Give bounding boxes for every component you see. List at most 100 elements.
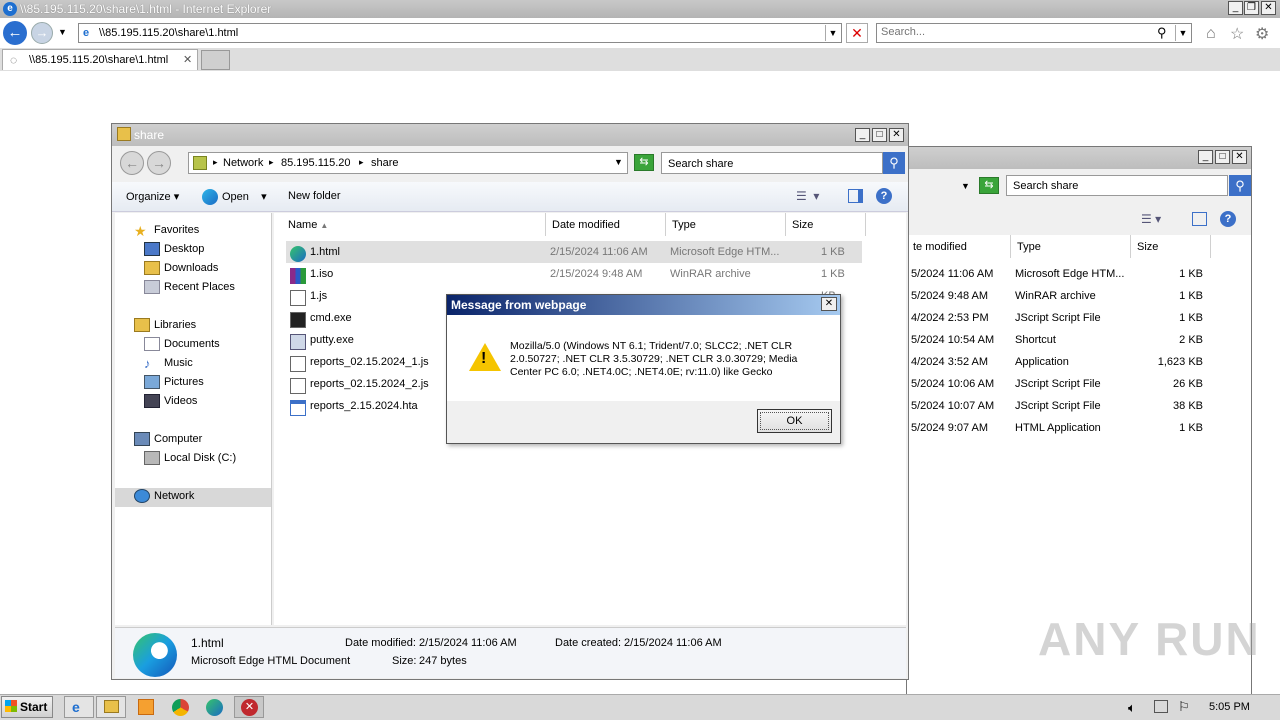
search-icon[interactable]: ⚲: [1157, 25, 1167, 41]
start-button[interactable]: Start: [1, 696, 53, 718]
bg-col-type[interactable]: Type: [1011, 235, 1131, 258]
volume-icon[interactable]: 🔈︎: [1128, 700, 1136, 716]
refresh-icon[interactable]: ⇆: [634, 154, 654, 171]
col-date[interactable]: Date modified: [546, 213, 666, 236]
nav-favorites[interactable]: ★ Favorites: [134, 223, 199, 239]
gear-icon[interactable]: ⚙: [1255, 24, 1269, 44]
nav-documents[interactable]: Documents: [144, 337, 220, 351]
col-size[interactable]: Size: [786, 213, 866, 236]
bg-file-row[interactable]: 5/2024 9:48 AM WinRAR archive 1 KB: [911, 285, 1241, 307]
folder-share-icon: [117, 127, 131, 141]
bg-address-dropdown-icon[interactable]: ▼: [961, 181, 970, 191]
nav-downloads[interactable]: Downloads: [144, 261, 218, 275]
tab-current[interactable]: ◌ \\85.195.115.20\share\1.html ✕: [2, 49, 198, 70]
col-type[interactable]: Type: [666, 213, 786, 236]
explorer-maximize-button[interactable]: □: [872, 128, 887, 142]
address-history-dropdown-icon[interactable]: ▼: [614, 157, 623, 167]
bg-file-row[interactable]: 5/2024 10:06 AM JScript Script File 26 KB: [911, 373, 1241, 395]
bg-col-date[interactable]: te modified: [907, 235, 1011, 258]
network-tray-icon[interactable]: [1154, 700, 1168, 713]
bg-search-box[interactable]: Search share: [1006, 175, 1228, 196]
edge-taskbar-icon[interactable]: [206, 699, 223, 716]
history-dropdown-icon[interactable]: ▼: [58, 27, 67, 37]
nav-recent-places[interactable]: Recent Places: [144, 280, 235, 294]
media-player-icon[interactable]: [138, 699, 154, 715]
tab-close-icon[interactable]: ✕: [183, 53, 192, 66]
bg-refresh-icon[interactable]: ⇆: [979, 177, 999, 194]
view-options-icon[interactable]: ☰ ▾: [796, 189, 819, 203]
bg-file-type: HTML Application: [1015, 422, 1101, 434]
stop-button[interactable]: ✕: [846, 23, 868, 43]
nav-videos[interactable]: Videos: [144, 394, 197, 408]
start-label: Start: [20, 700, 48, 714]
explorer-address-bar[interactable]: ▸ Network ▸ 85.195.115.20 ▸ share ▼: [188, 152, 628, 174]
bg-close-button[interactable]: ✕: [1232, 150, 1247, 164]
nav-libraries[interactable]: Libraries: [134, 318, 196, 332]
explorer-forward-button[interactable]: →: [147, 151, 171, 175]
taskbar-explorer-button[interactable]: [96, 696, 126, 718]
restore-button[interactable]: ❐: [1244, 1, 1259, 15]
bg-preview-pane-icon[interactable]: [1192, 212, 1207, 226]
explorer-search-box[interactable]: Search share: [661, 152, 883, 174]
search-box[interactable]: ⚲ ▼: [876, 23, 1192, 43]
bg-col-size[interactable]: Size: [1131, 235, 1211, 258]
ok-button[interactable]: OK: [757, 409, 832, 433]
open-button[interactable]: Open ▾: [222, 190, 267, 203]
nav-music[interactable]: ♪ Music: [144, 356, 193, 371]
nav-computer[interactable]: Computer: [134, 432, 202, 446]
dialog-close-button[interactable]: ✕: [821, 297, 837, 311]
explorer-minimize-button[interactable]: _: [855, 128, 870, 142]
home-icon[interactable]: ⌂: [1206, 25, 1216, 43]
error-icon: ✕: [241, 699, 258, 716]
bg-file-row[interactable]: 5/2024 10:54 AM Shortcut 2 KB: [911, 329, 1241, 351]
new-folder-button[interactable]: New folder: [288, 190, 341, 202]
address-dropdown-icon[interactable]: ▼: [825, 25, 840, 41]
explorer-back-button[interactable]: ←: [120, 151, 144, 175]
bg-search-icon[interactable]: ⚲: [1229, 175, 1251, 196]
forward-button[interactable]: →: [31, 22, 53, 44]
nav-network[interactable]: Network: [134, 489, 194, 503]
breadcrumb-share[interactable]: share: [371, 157, 399, 169]
new-tab-button[interactable]: [201, 50, 230, 70]
favorites-star-icon[interactable]: ☆: [1230, 24, 1244, 44]
nav-desktop[interactable]: Desktop: [144, 242, 204, 256]
col-name[interactable]: Name ▲: [274, 213, 546, 236]
nav-pictures[interactable]: Pictures: [144, 375, 204, 389]
clock[interactable]: 5:05 PM: [1209, 701, 1250, 713]
bg-file-row[interactable]: 4/2024 3:52 AM Application 1,623 KB: [911, 351, 1241, 373]
bg-file-row[interactable]: 4/2024 2:53 PM JScript Script File 1 KB: [911, 307, 1241, 329]
explorer-close-button[interactable]: ✕: [889, 128, 904, 142]
chrome-icon[interactable]: [172, 699, 189, 716]
bg-file-row[interactable]: 5/2024 11:06 AM Microsoft Edge HTM... 1 KB: [911, 263, 1241, 285]
bg-maximize-button[interactable]: □: [1215, 150, 1230, 164]
bg-view-options-icon[interactable]: ☰ ▾: [1141, 212, 1161, 226]
taskbar-error-app-button[interactable]: ✕: [234, 696, 264, 718]
file-row[interactable]: 1.html 2/15/2024 11:06 AM Microsoft Edge H…: [286, 241, 862, 263]
organize-button[interactable]: Organize ▾: [126, 190, 179, 203]
search-dropdown-icon[interactable]: ▼: [1175, 25, 1190, 41]
breadcrumb-host[interactable]: 85.195.115.20: [281, 157, 351, 169]
address-bar[interactable]: e \\85.195.115.20\share\1.html ▼: [78, 23, 842, 43]
breadcrumb-network[interactable]: Network: [223, 157, 263, 169]
breadcrumb-separator-icon[interactable]: ▸: [359, 157, 364, 168]
file-row[interactable]: 1.iso 2/15/2024 9:48 AM WinRAR archive 1 KB: [286, 263, 862, 285]
minimize-button[interactable]: _: [1228, 1, 1243, 15]
breadcrumb-separator-icon[interactable]: ▸: [213, 157, 218, 168]
bg-minimize-button[interactable]: _: [1198, 150, 1213, 164]
nav-local-disk[interactable]: Local Disk (C:): [144, 451, 236, 465]
bg-file-date: 5/2024 10:07 AM: [911, 400, 995, 412]
explorer-search-icon[interactable]: ⚲: [883, 152, 905, 174]
taskbar-ie-button[interactable]: e: [64, 696, 94, 718]
breadcrumb-separator-icon[interactable]: ▸: [269, 157, 274, 168]
details-size-label: Size:: [392, 655, 417, 667]
help-icon[interactable]: ?: [876, 188, 892, 204]
search-input[interactable]: [881, 26, 1151, 38]
flag-icon[interactable]: ⚐: [1178, 699, 1190, 715]
documents-icon: [144, 337, 160, 351]
preview-pane-icon[interactable]: [848, 189, 863, 203]
bg-file-row[interactable]: 5/2024 9:07 AM HTML Application 1 KB: [911, 417, 1241, 439]
close-button[interactable]: ✕: [1261, 1, 1276, 15]
bg-file-row[interactable]: 5/2024 10:07 AM JScript Script File 38 KB: [911, 395, 1241, 417]
back-button[interactable]: ←: [3, 21, 27, 45]
bg-help-icon[interactable]: ?: [1220, 211, 1236, 227]
